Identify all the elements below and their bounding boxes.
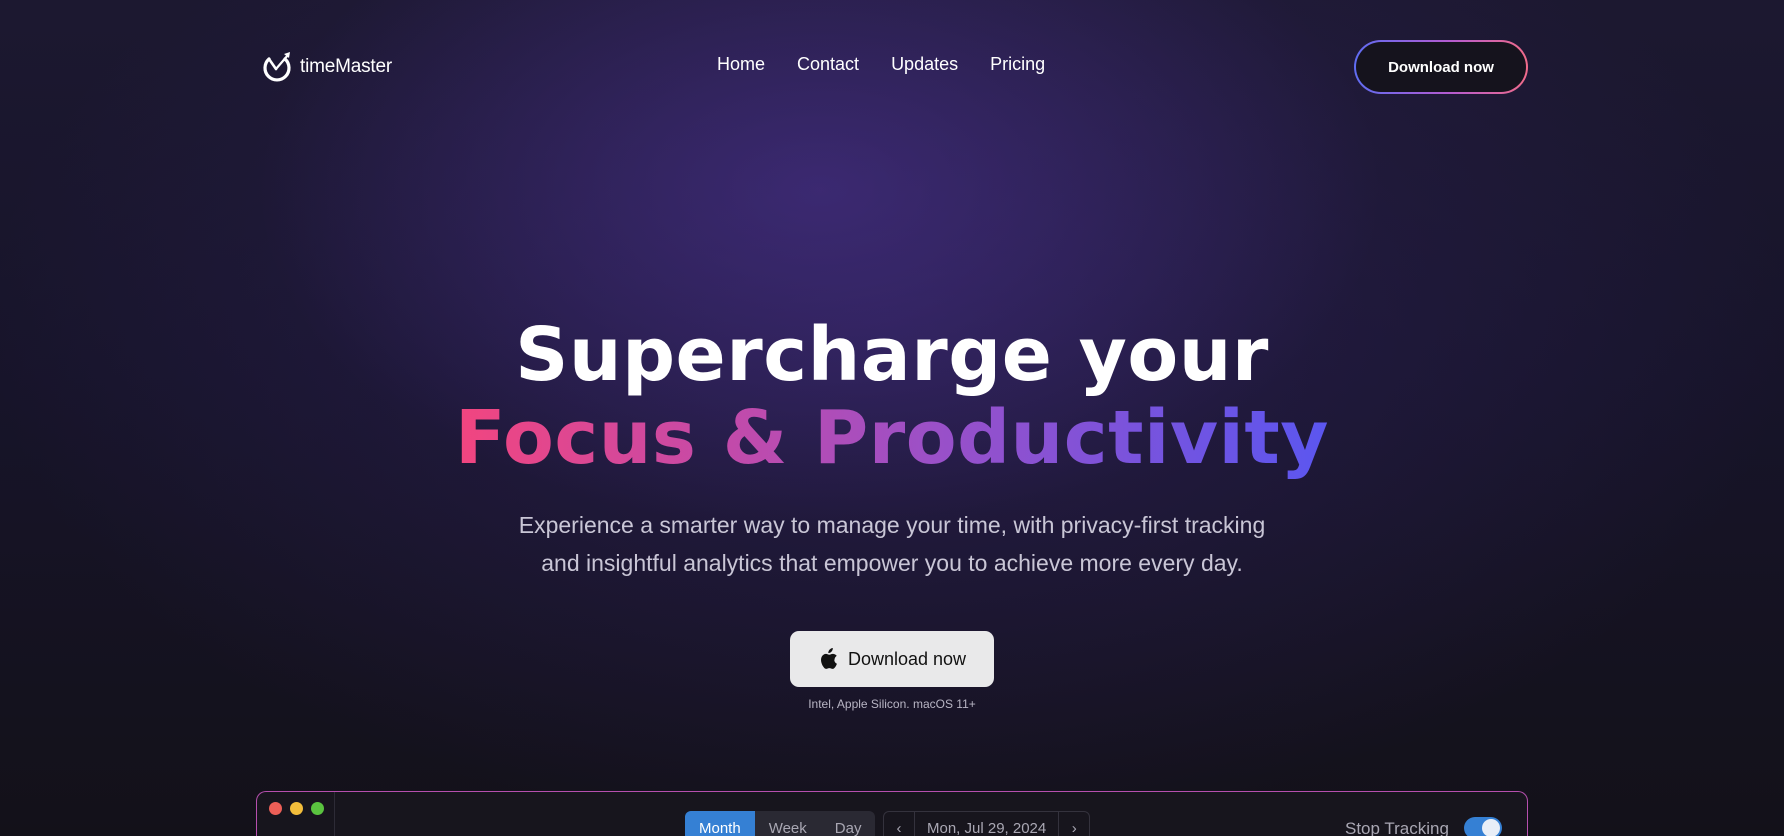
hero-download-label: Download now xyxy=(847,648,967,669)
brand-logo[interactable]: timeMaster xyxy=(259,49,392,85)
toggle-knob xyxy=(1482,819,1500,836)
zoom-window-button[interactable] xyxy=(311,802,324,815)
window-traffic-lights xyxy=(269,802,324,815)
view-segmented-control: Month Week Day xyxy=(685,811,876,836)
tab-month[interactable]: Month xyxy=(685,811,755,836)
hero-title-gradient-text: Focus & Productivity xyxy=(454,395,1330,481)
tab-week[interactable]: Week xyxy=(755,811,821,836)
sidebar-divider xyxy=(334,792,335,836)
nav-link-home[interactable]: Home xyxy=(717,54,765,75)
main-nav: Home Contact Updates Pricing xyxy=(717,54,1045,75)
hero-download-button[interactable]: Download now xyxy=(790,631,994,687)
app-window-preview: Month Week Day ‹ Mon, Jul 29, 2024 › Sto… xyxy=(256,791,1528,836)
nav-download-label: Download now xyxy=(1356,42,1526,92)
date-navigator: ‹ Mon, Jul 29, 2024 › xyxy=(883,811,1091,836)
minimize-window-button[interactable] xyxy=(290,802,303,815)
hero-subtitle-line2: and insightful analytics that empower yo… xyxy=(541,550,1243,576)
close-window-button[interactable] xyxy=(269,802,282,815)
hero-title-line1: Supercharge your xyxy=(515,312,1269,398)
nav-link-contact[interactable]: Contact xyxy=(797,54,859,75)
system-requirements-note: Intel, Apple Silicon. macOS 11+ xyxy=(808,697,976,711)
hero-title-line2: Focus & Productivity xyxy=(0,396,1784,480)
hero-subtitle-line1: Experience a smarter way to manage your … xyxy=(518,512,1266,538)
brand-name: timeMaster xyxy=(300,56,392,77)
stopwatch-icon xyxy=(263,52,291,82)
chevron-right-icon[interactable]: › xyxy=(1059,812,1089,836)
nav-link-pricing[interactable]: Pricing xyxy=(990,54,1045,75)
nav-download-button[interactable]: Download now xyxy=(1354,40,1528,94)
tracking-toggle[interactable] xyxy=(1464,817,1502,836)
current-date: Mon, Jul 29, 2024 xyxy=(914,812,1060,836)
tab-day[interactable]: Day xyxy=(821,811,876,836)
chevron-left-icon[interactable]: ‹ xyxy=(884,812,914,836)
landing-page: timeMaster Home Contact Updates Pricing … xyxy=(0,0,1784,836)
tracking-label: Stop Tracking xyxy=(1345,819,1449,836)
hero-subtitle: Experience a smarter way to manage your … xyxy=(0,506,1784,582)
nav-link-updates[interactable]: Updates xyxy=(891,54,958,75)
apple-icon xyxy=(820,648,837,669)
